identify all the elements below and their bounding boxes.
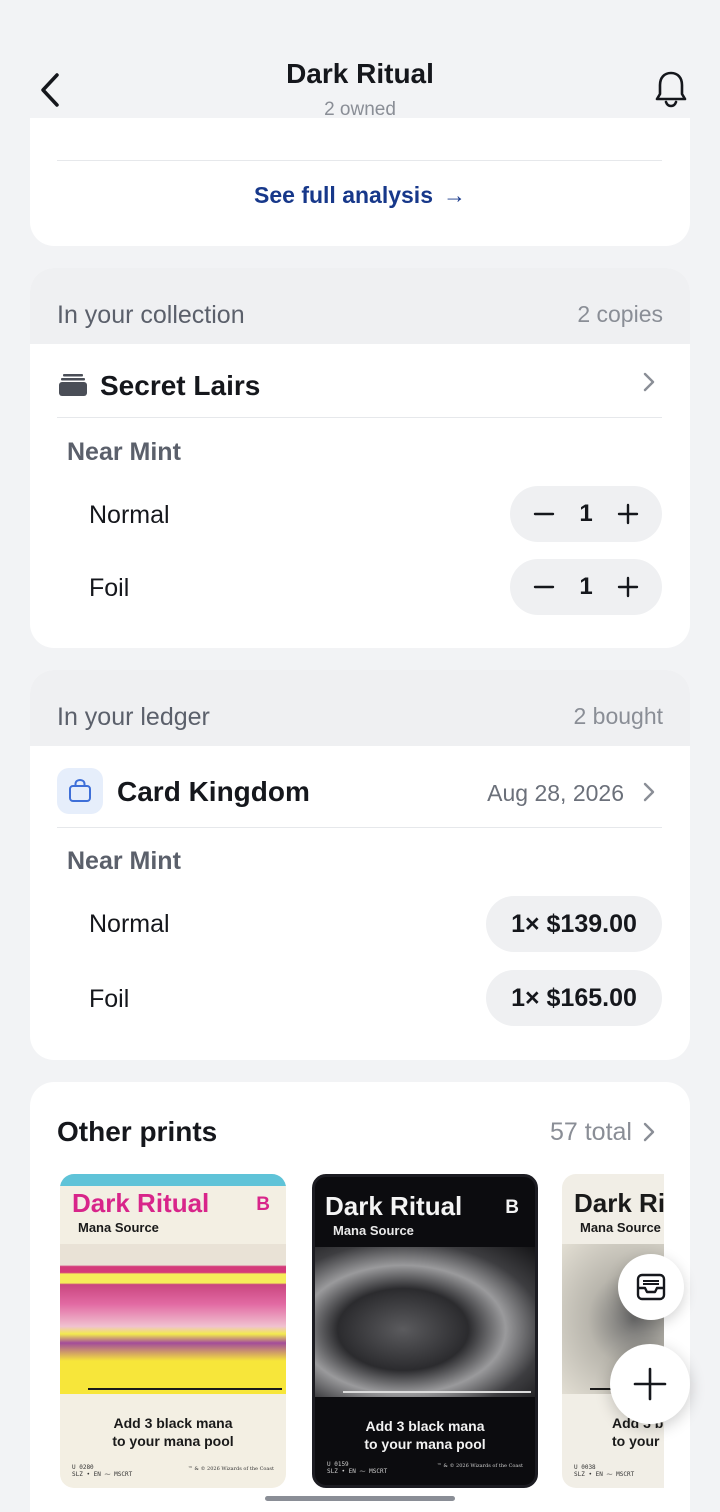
divider [57, 827, 662, 828]
card-artwork [315, 1247, 535, 1397]
home-indicator[interactable] [265, 1496, 455, 1501]
set-code: SLZ • EN ⁓ MSCRT [72, 1471, 133, 1478]
add-fab[interactable] [610, 1344, 690, 1424]
type-line: Mana Source [333, 1223, 414, 1238]
copyright-text: ™ & © 2026 Wizards of the Coast [187, 1466, 274, 1472]
ledger-header: In your ledger 2 bought [30, 670, 690, 746]
type-line: Mana Source [580, 1220, 661, 1235]
price-pill-normal[interactable]: 1× $139.00 [486, 896, 662, 952]
copies-count: 2 copies [577, 301, 663, 327]
section-title: In your collection [57, 301, 245, 329]
decrement-button[interactable] [522, 492, 566, 536]
inbox-fab[interactable] [618, 1254, 684, 1320]
collection-card: In your collection 2 copies Secret Lairs… [30, 268, 690, 648]
quantity-stepper-normal: 1 [510, 486, 662, 542]
mana-symbol: B [256, 1194, 270, 1215]
set-code: SLZ • EN ⁓ MSCRT [574, 1471, 635, 1478]
analysis-link-label: See full analysis [254, 182, 433, 208]
copyright-text: ™ & © 2026 Wizards of the Coast [436, 1463, 523, 1469]
quantity-value: 1 [579, 573, 593, 600]
plus-icon [633, 1367, 667, 1401]
minus-icon [533, 585, 555, 589]
condition-label: Near Mint [67, 438, 181, 466]
rules-line: Add 3 black mana [365, 1418, 485, 1434]
mana-symbol: B [505, 1197, 519, 1218]
rules-line: to your mana pool [364, 1436, 486, 1452]
rules-line: to your mana pool [112, 1433, 234, 1449]
other-prints-card: Other prints 57 total Dark Ritual B Mana… [30, 1082, 690, 1512]
collector-info: U 0159 SLZ • EN ⁓ MSCRT [327, 1461, 387, 1475]
card-stack-icon [59, 374, 87, 396]
type-line: Mana Source [78, 1220, 159, 1235]
print-name: Dark Ri [574, 1188, 664, 1218]
variant-label-foil: Foil [89, 574, 130, 602]
print-name: Dark Ritual [325, 1191, 463, 1221]
decrement-button[interactable] [522, 565, 566, 609]
divider [57, 417, 662, 418]
vendor-icon-badge [57, 768, 103, 814]
section-title: Other prints [57, 1116, 218, 1147]
print-name: Dark Ritual [72, 1188, 210, 1218]
rules-text: Add 3 black mana to your mana pool [60, 1414, 286, 1450]
print-card[interactable]: Dark Ri Mana Source Add 3 b to your U 00… [562, 1174, 664, 1488]
quantity-stepper-foil: 1 [510, 559, 662, 615]
inbox-tray-icon [636, 1273, 666, 1301]
view-all-prints-link[interactable]: 57 total [550, 1118, 632, 1147]
divider [343, 1391, 531, 1393]
notifications-button[interactable] [650, 68, 692, 110]
increment-button[interactable] [606, 565, 650, 609]
see-full-analysis-link[interactable]: See full analysis → [30, 182, 690, 209]
variant-label-foil: Foil [89, 985, 130, 1013]
card-frame-stripe [60, 1174, 286, 1186]
shopping-bag-icon [69, 778, 91, 802]
chevron-right-icon [643, 372, 655, 392]
page-title: Dark Ritual [286, 58, 434, 89]
variant-label-normal: Normal [89, 910, 170, 938]
chevron-right-icon [643, 1122, 655, 1142]
condition-label: Near Mint [67, 847, 181, 875]
collector-number: U 0280 [72, 1464, 94, 1471]
set-code: SLZ • EN ⁓ MSCRT [327, 1468, 388, 1475]
group-name: Secret Lairs [100, 370, 261, 401]
print-card[interactable]: Dark Ritual B Mana Source Add 3 black ma… [312, 1174, 538, 1488]
collector-number: U 0159 [327, 1461, 349, 1468]
card-artwork [60, 1244, 286, 1394]
quantity-value: 1 [579, 500, 593, 527]
divider [88, 1388, 282, 1390]
price-pill-foil[interactable]: 1× $165.00 [486, 970, 662, 1026]
collector-info: U 0038 SLZ • EN ⁓ MSCRT [574, 1464, 634, 1478]
bought-count: 2 bought [573, 703, 663, 729]
collection-header: In your collection 2 copies [30, 268, 690, 344]
bell-icon [655, 71, 687, 108]
section-title: In your ledger [57, 703, 210, 731]
plus-icon [617, 503, 639, 525]
analysis-card: See full analysis → [30, 118, 690, 246]
collector-number: U 0038 [574, 1464, 596, 1471]
rules-line: to your [612, 1433, 660, 1449]
collector-info: U 0280 SLZ • EN ⁓ MSCRT [72, 1464, 132, 1478]
vendor-row-card-kingdom[interactable]: Card Kingdom Aug 28, 2026 [30, 746, 690, 828]
variant-label-normal: Normal [89, 501, 170, 529]
rules-text: Add 3 black mana to your mana pool [315, 1417, 535, 1453]
print-card[interactable]: Dark Ritual B Mana Source Add 3 black ma… [60, 1174, 286, 1488]
minus-icon [533, 512, 555, 516]
arrow-right-icon: → [442, 182, 466, 208]
increment-button[interactable] [606, 492, 650, 536]
plus-icon [617, 576, 639, 598]
divider [57, 160, 662, 161]
vendor-name: Card Kingdom [117, 776, 310, 807]
purchase-date: Aug 28, 2026 [487, 780, 624, 806]
ledger-card: In your ledger 2 bought Card Kingdom Aug… [30, 670, 690, 1060]
rules-line: Add 3 black mana [113, 1415, 233, 1431]
group-row-secret-lairs[interactable]: Secret Lairs [30, 346, 690, 418]
chevron-right-icon [643, 782, 655, 802]
